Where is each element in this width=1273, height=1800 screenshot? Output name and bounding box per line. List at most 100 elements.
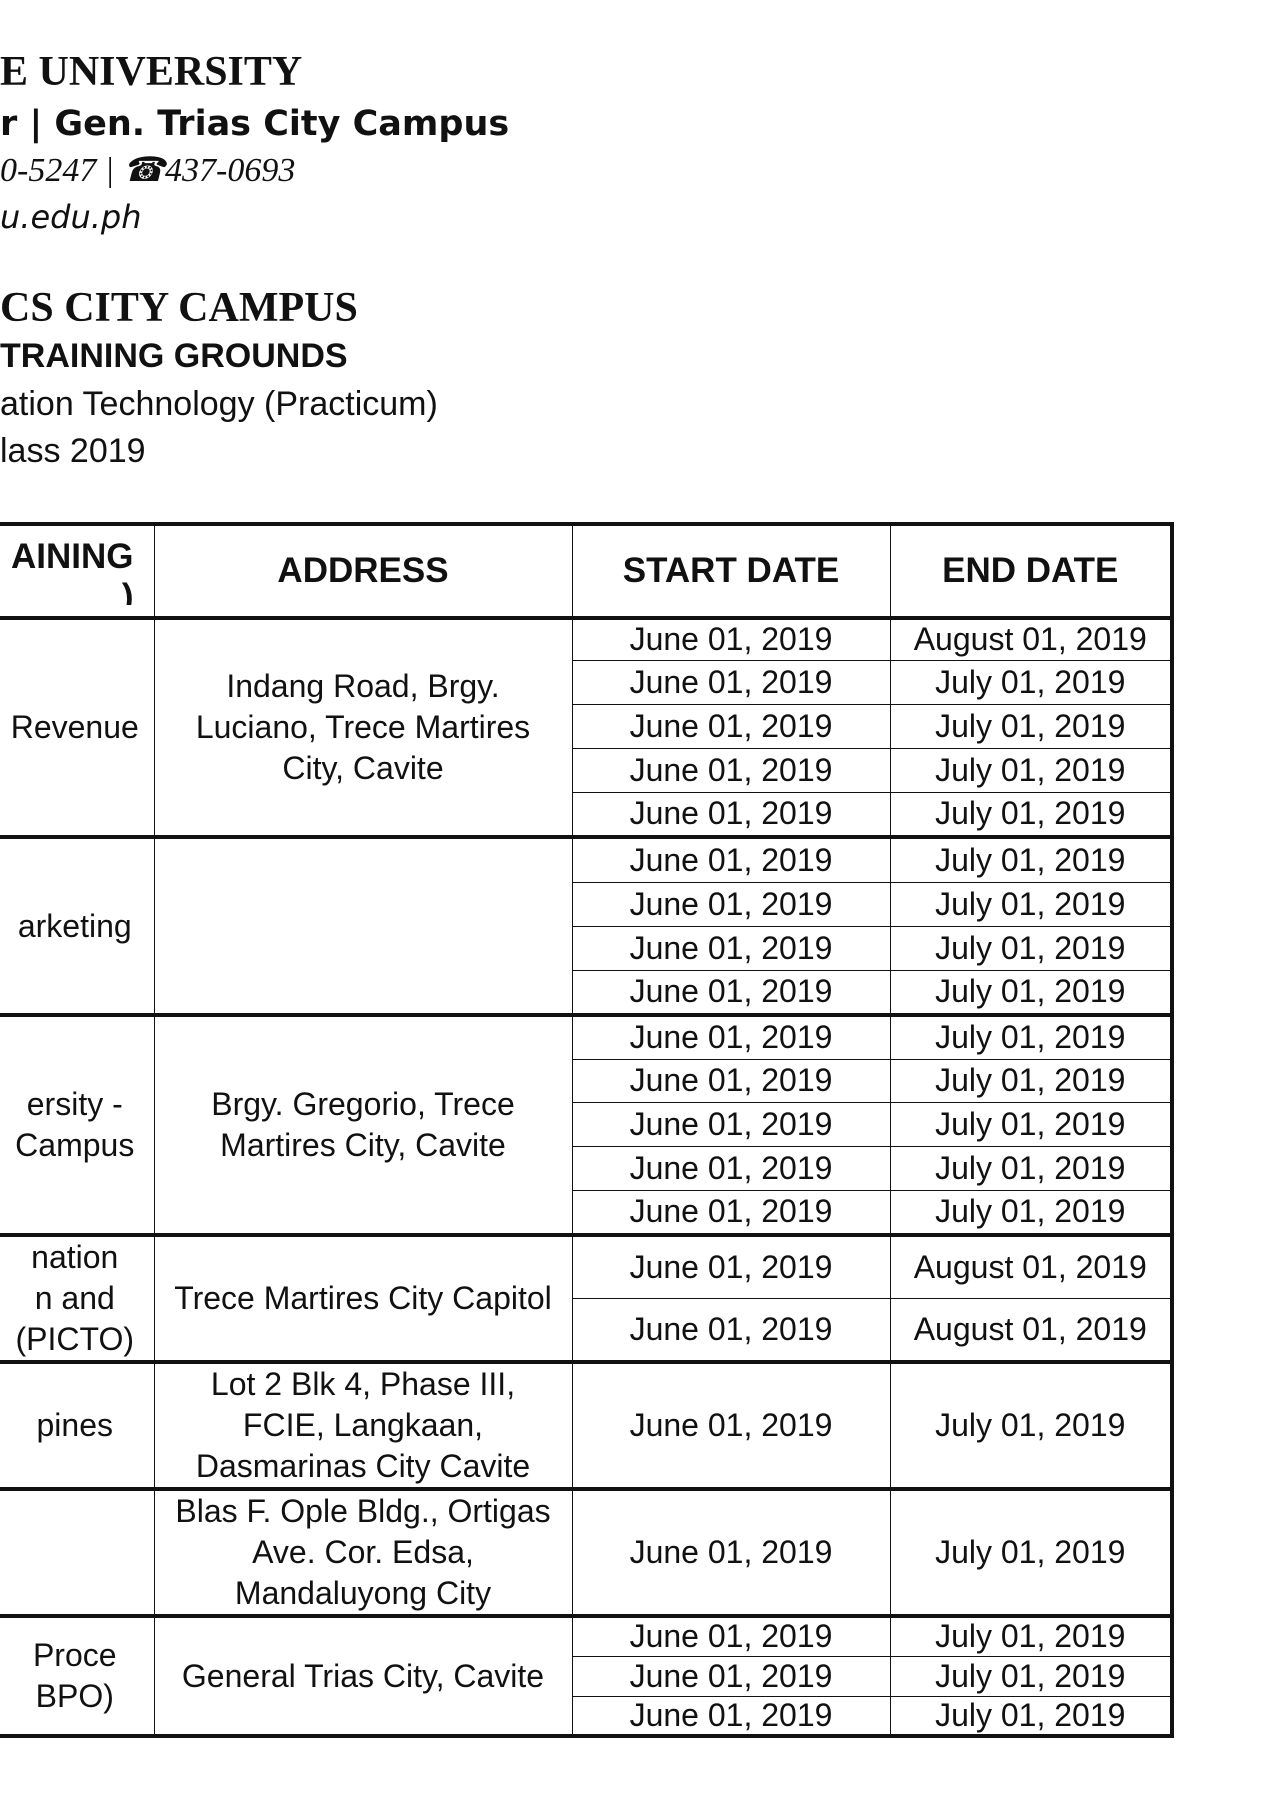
- end-date-cell: July 01, 2019: [889, 1487, 1173, 1617]
- contact-numbers: 0-5247 | ☎437-0693: [0, 152, 296, 189]
- header-address: ADDRESS: [153, 523, 573, 620]
- address-line: FCIE, Langkaan,: [242, 1407, 484, 1443]
- end-date-cell: August 01, 2019: [889, 1233, 1173, 1299]
- name-line: Revenue: [10, 709, 139, 745]
- start-date-cell: June 01, 2019: [571, 1614, 891, 1657]
- end-date-cell: July 01, 2019: [889, 1360, 1173, 1490]
- class-title: lass 2019: [0, 432, 146, 470]
- start-date-cell: June 01, 2019: [571, 791, 891, 838]
- end-date-cell: July 01, 2019: [889, 1614, 1173, 1657]
- end-date-cell: July 01, 2019: [889, 1655, 1173, 1697]
- name-line: ersity -: [26, 1086, 123, 1122]
- name-line: arketing: [17, 907, 132, 944]
- training-ground-name: pines: [0, 1360, 155, 1490]
- start-date-cell: June 01, 2019: [571, 1189, 891, 1236]
- address-line: Brgy. Gregorio, Trece: [211, 1086, 515, 1122]
- name-line: pines: [36, 1407, 114, 1443]
- name-line: Proce: [32, 1637, 117, 1673]
- end-date-cell: July 01, 2019: [889, 1189, 1173, 1236]
- end-date-cell: July 01, 2019: [889, 1101, 1173, 1147]
- campus-line: r | Gen. Trias City Campus: [0, 104, 510, 144]
- header-end-date: END DATE: [889, 523, 1173, 620]
- end-date-cell: July 01, 2019: [889, 747, 1173, 793]
- start-date-cell: June 01, 2019: [571, 1487, 891, 1617]
- table-row: pines Lot 2 Blk 4, Phase III, FCIE, Langka…: [0, 1360, 1173, 1490]
- start-date-cell: June 01, 2019: [571, 703, 891, 749]
- end-date-cell: July 01, 2019: [889, 881, 1173, 927]
- table-row: Blas F. Ople Bldg., Ortigas Ave. Cor. Eds…: [0, 1487, 1173, 1617]
- table-row: Revenue Indang Road, Brgy. Luciano, Trece …: [0, 617, 1173, 838]
- address-line: Martires City, Cavite: [220, 1127, 506, 1163]
- training-ground-name: Revenue: [0, 617, 155, 838]
- name-line: n and: [34, 1280, 115, 1316]
- address-line: Dasmarinas City Cavite: [195, 1448, 531, 1484]
- table-row: arketing June 01, 2019 July 01, 2019: [0, 835, 1173, 1016]
- address-cell: Blas F. Ople Bldg., Ortigas Ave. Cor. Eds…: [153, 1487, 573, 1617]
- start-date-cell: June 01, 2019: [571, 835, 891, 883]
- start-date-cell: June 01, 2019: [571, 1233, 891, 1299]
- table-row: ersity - Campus Brgy. Gregorio, Trece Marti…: [0, 1013, 1173, 1236]
- address-cell: [153, 835, 573, 1016]
- start-date-cell: June 01, 2019: [571, 969, 891, 1016]
- training-ground-name: [0, 1487, 155, 1617]
- header-training-ground-line2: ): [121, 577, 134, 605]
- training-ground-name: Proce BPO): [0, 1614, 155, 1737]
- address-cell: Brgy. Gregorio, Trece Martires City, Cavi…: [153, 1013, 573, 1236]
- table-row: Proce BPO) General Trias City, Cavite June …: [0, 1614, 1173, 1737]
- address-line: General Trias City, Cavite: [181, 1657, 545, 1694]
- header-start-date: START DATE: [571, 523, 891, 620]
- training-grounds-table: AINING ) ADDRESS START DATE END DATE Rev…: [0, 522, 1174, 1738]
- university-name: E UNIVERSITY: [0, 49, 303, 95]
- end-date-cell: July 01, 2019: [889, 969, 1173, 1016]
- name-line: BPO): [35, 1678, 114, 1714]
- end-date-cell: July 01, 2019: [889, 659, 1173, 705]
- table-row: nation n and (PICTO) Trece Martires City Ca…: [0, 1233, 1173, 1363]
- address-line: Indang Road, Brgy.: [226, 668, 500, 704]
- end-date-cell: July 01, 2019: [889, 1145, 1173, 1191]
- training-ground-name: nation n and (PICTO): [0, 1233, 155, 1363]
- start-date-cell: June 01, 2019: [571, 1058, 891, 1103]
- start-date-cell: June 01, 2019: [571, 659, 891, 705]
- training-ground-name: arketing: [0, 835, 155, 1016]
- end-date-cell: July 01, 2019: [889, 1013, 1173, 1060]
- address-line: Ave. Cor. Edsa,: [252, 1534, 474, 1570]
- name-line: (PICTO): [15, 1321, 134, 1357]
- table-body: Revenue Indang Road, Brgy. Luciano, Trece …: [0, 617, 1173, 1737]
- start-date-cell: June 01, 2019: [571, 925, 891, 971]
- address-line: City, Cavite: [282, 750, 444, 786]
- start-date-cell: June 01, 2019: [571, 1655, 891, 1697]
- end-date-cell: July 01, 2019: [889, 791, 1173, 838]
- name-line: Campus: [15, 1127, 135, 1163]
- address-line: Lot 2 Blk 4, Phase III,: [210, 1366, 516, 1402]
- start-date-cell: June 01, 2019: [571, 747, 891, 793]
- start-date-cell: June 01, 2019: [571, 1013, 891, 1060]
- start-date-cell: June 01, 2019: [571, 881, 891, 927]
- end-date-cell: July 01, 2019: [889, 1695, 1173, 1737]
- start-date-cell: June 01, 2019: [571, 617, 891, 661]
- address-cell: Lot 2 Blk 4, Phase III, FCIE, Langkaan, Da…: [153, 1360, 573, 1490]
- end-date-cell: August 01, 2019: [889, 1298, 1173, 1363]
- address-line: Trece Martires City Capitol: [174, 1280, 552, 1316]
- start-date-cell: June 01, 2019: [571, 1360, 891, 1490]
- address-line: Blas F. Ople Bldg., Ortigas: [175, 1493, 551, 1529]
- start-date-cell: June 01, 2019: [571, 1298, 891, 1363]
- end-date-cell: July 01, 2019: [889, 703, 1173, 749]
- name-line: nation: [31, 1239, 119, 1275]
- training-title: TRAINING GROUNDS: [0, 337, 348, 375]
- address-line: Luciano, Trece Martires: [195, 709, 531, 745]
- header-training-ground: AINING ): [0, 523, 155, 620]
- start-date-cell: June 01, 2019: [571, 1145, 891, 1191]
- website: u.edu.ph: [0, 198, 142, 236]
- training-ground-name: ersity - Campus: [0, 1013, 155, 1236]
- end-date-cell: August 01, 2019: [889, 617, 1173, 661]
- course-title: ation Technology (Practicum): [0, 385, 438, 423]
- address-line: Mandaluyong City: [234, 1575, 492, 1611]
- campus-title: CS CITY CAMPUS: [0, 285, 358, 331]
- header-training-ground-line1: AINING: [11, 537, 134, 576]
- address-cell: General Trias City, Cavite: [153, 1614, 573, 1737]
- address-cell: Trece Martires City Capitol: [153, 1233, 573, 1363]
- start-date-cell: June 01, 2019: [571, 1695, 891, 1737]
- table-header-row: AINING ) ADDRESS START DATE END DATE: [0, 523, 1173, 620]
- end-date-cell: July 01, 2019: [889, 925, 1173, 971]
- start-date-cell: June 01, 2019: [571, 1101, 891, 1147]
